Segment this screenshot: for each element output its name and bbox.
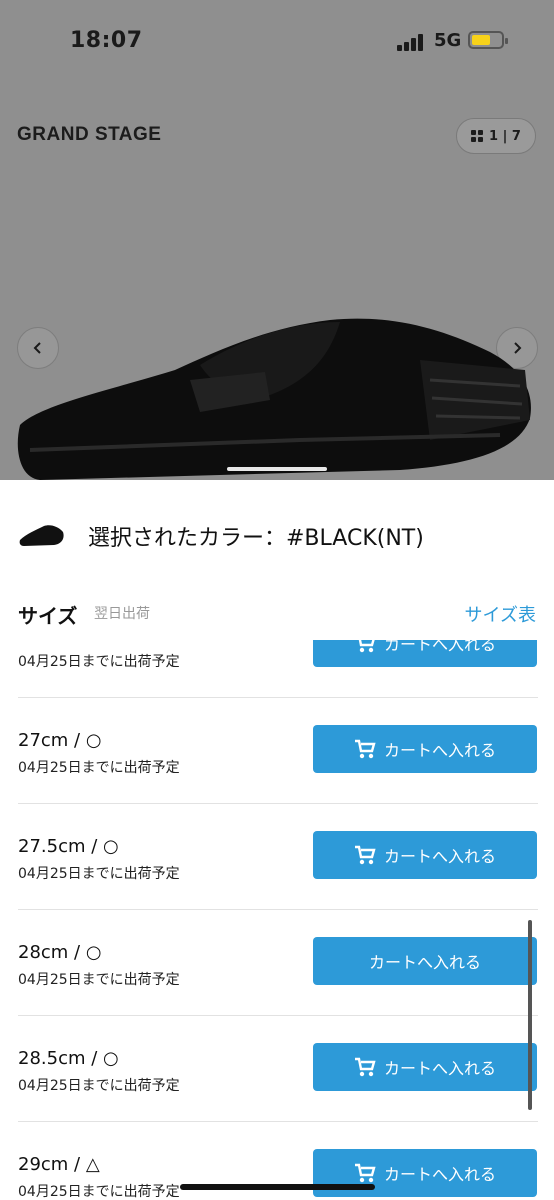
add-to-cart-label: カートへ入れる: [368, 953, 481, 972]
size-chart-link[interactable]: サイズ表: [465, 601, 536, 627]
cart-icon: [354, 845, 376, 865]
size-row: 28.5cm / ○ 04月25日までに出荷予定 カートへ入れる: [18, 1016, 538, 1122]
battery-icon: [468, 31, 508, 49]
add-to-cart-button[interactable]: カートへ入れる: [313, 937, 537, 985]
size-label: 27cm / ○: [18, 730, 102, 751]
size-label: 28.5cm / ○: [18, 1048, 119, 1069]
image-counter-button[interactable]: 1 | 7: [456, 118, 536, 154]
cart-icon: [358, 640, 375, 653]
size-list[interactable]: 04月25日までに出荷予定 カートへ入れる 27cm / ○ 04月25日までに…: [0, 640, 554, 1200]
size-row: 04月25日までに出荷予定 カートへ入れる: [18, 640, 538, 698]
shipping-date: 04月25日までに出荷予定: [18, 1078, 180, 1094]
add-to-cart-label: カートへ入れる: [383, 1165, 496, 1184]
add-to-cart-label: カートへ入れる: [383, 741, 496, 760]
scrollbar[interactable]: [528, 920, 532, 1110]
cart-icon: [354, 1057, 376, 1077]
shipping-date: 04月25日までに出荷予定: [18, 1184, 180, 1200]
image-counter: 1 | 7: [489, 128, 521, 144]
add-to-cart-button[interactable]: カートへ入れる: [313, 1043, 537, 1091]
clock: 18:07: [70, 28, 143, 53]
size-label: 29cm / △: [18, 1154, 100, 1175]
shipping-date: 04月25日までに出荷予定: [18, 972, 180, 988]
selected-color-thumbnail: [19, 525, 64, 546]
signal-icon: [397, 33, 427, 51]
slider-indicator: [227, 467, 327, 471]
size-row: 27.5cm / ○ 04月25日までに出荷予定 カートへ入れる: [18, 804, 538, 910]
selected-color-label: 選択されたカラー：#BLACK(NT): [88, 526, 424, 551]
selected-color-row: 選択されたカラー：#BLACK(NT): [0, 480, 554, 590]
shipping-date: 04月25日までに出荷予定: [18, 866, 180, 882]
size-row: 27cm / ○ 04月25日までに出荷予定 カートへ入れる: [18, 698, 538, 804]
size-selection-sheet: 選択されたカラー：#BLACK(NT) サイズ 翌日出荷 サイズ表 04月25日…: [0, 480, 554, 1200]
network-label: 5G: [434, 30, 462, 51]
add-to-cart-label: カートへ入れる: [383, 1059, 496, 1078]
shipping-date: 04月25日までに出荷予定: [18, 654, 180, 670]
add-to-cart-button[interactable]: カートへ入れる: [313, 640, 537, 667]
add-to-cart-button[interactable]: カートへ入れる: [313, 725, 537, 773]
home-indicator: [180, 1184, 375, 1190]
status-bar: 18:07 5G: [0, 0, 554, 84]
size-shipping-note: 翌日出荷: [94, 606, 150, 622]
cart-icon: [354, 1163, 376, 1183]
brand-logo: GRAND STAGE: [17, 124, 162, 145]
size-label: 27.5cm / ○: [18, 836, 119, 857]
add-to-cart-button[interactable]: カートへ入れる: [313, 831, 537, 879]
add-to-cart-label: カートへ入れる: [383, 640, 496, 654]
shipping-date: 04月25日までに出荷予定: [18, 760, 180, 776]
size-label: 28cm / ○: [18, 942, 102, 963]
cart-icon: [354, 739, 376, 759]
product-shoe-image: [17, 318, 531, 480]
add-to-cart-label: カートへ入れる: [383, 847, 496, 866]
grid-icon: [471, 129, 484, 143]
product-hero: 18:07 5G GRAND STAGE 1 | 7: [0, 0, 554, 480]
size-row: 28cm / ○ 04月25日までに出荷予定 カートへ入れる: [18, 910, 538, 1016]
size-heading: サイズ: [18, 604, 78, 628]
